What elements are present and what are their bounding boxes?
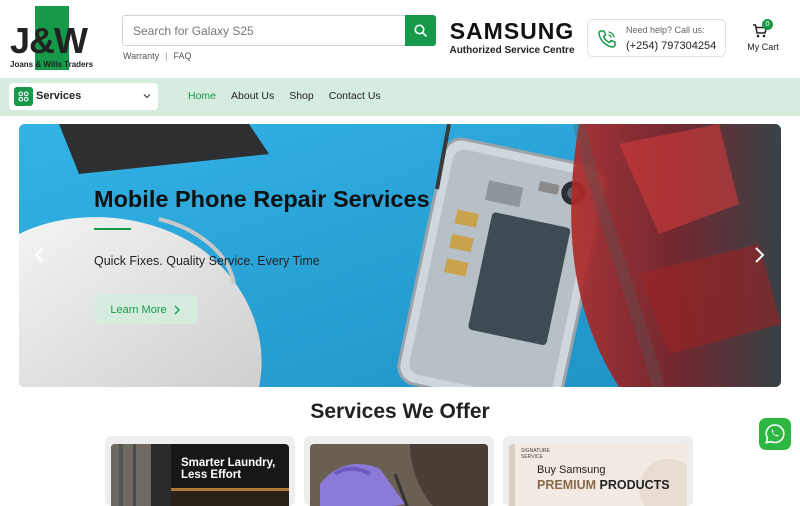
chevron-right-icon	[174, 305, 180, 314]
service-card-laundry[interactable]: Smarter Laundry, Less Effort	[105, 436, 295, 506]
nav-shop[interactable]: Shop	[289, 90, 314, 102]
help-phone[interactable]: (+254) 797304254	[626, 40, 716, 52]
laundry-line2: Less Effort	[181, 469, 242, 481]
products-word: PRODUCTS	[596, 478, 670, 492]
signature-logo-line2: SERVICE	[521, 454, 543, 460]
service-card-repair[interactable]	[304, 436, 494, 506]
samsung-badge: SAMSUNG Authorized Service Centre	[446, 18, 578, 56]
nav-links: Home About Us Shop Contact Us	[188, 90, 396, 102]
site-logo[interactable]: J&W Joans & Wills Traders	[10, 6, 114, 70]
help-label: Need help? Call us:	[626, 25, 705, 35]
search-icon	[414, 24, 427, 37]
site-header: J&W Joans & Wills Traders Warranty | FAQ…	[0, 0, 800, 78]
logo-mark: J&W	[10, 20, 88, 61]
hero-title: Mobile Phone Repair Services	[94, 186, 430, 212]
nav-about-us[interactable]: About Us	[231, 90, 274, 102]
laundry-line1: Smarter Laundry,	[181, 457, 276, 469]
slider-prev-arrow-icon[interactable]	[33, 246, 47, 264]
nav-home[interactable]: Home	[188, 90, 216, 102]
signature-service-logo: SIGNATURE SERVICE	[521, 448, 550, 460]
search-bar	[122, 15, 436, 46]
slider-next-arrow-icon[interactable]	[752, 246, 766, 264]
warranty-link[interactable]: Warranty	[123, 51, 159, 61]
nav-contact-us[interactable]: Contact Us	[329, 90, 381, 102]
chevron-down-icon	[143, 94, 151, 99]
service-card-image: SIGNATURE SERVICE Buy Samsung PREMIUM PR…	[509, 444, 687, 506]
hero-slider: Mobile Phone Repair Services Quick Fixes…	[19, 124, 781, 387]
cart-count-badge: 0	[762, 19, 773, 30]
top-links: Warranty | FAQ	[123, 51, 192, 61]
cart-label: My Cart	[747, 42, 779, 52]
samsung-logo: SAMSUNG	[449, 18, 575, 44]
service-card-premium-products[interactable]: SIGNATURE SERVICE Buy Samsung PREMIUM PR…	[503, 436, 693, 506]
learn-more-label: Learn More	[110, 303, 167, 316]
hero-subtitle: Quick Fixes. Quality Service. Every Time	[94, 254, 320, 268]
services-dropdown-label: Services	[36, 90, 82, 102]
grid-icon	[14, 87, 33, 106]
link-separator: |	[165, 51, 168, 61]
help-box[interactable]: Need help? Call us: (+254) 797304254	[587, 19, 726, 57]
phone-icon	[598, 30, 616, 48]
search-button[interactable]	[405, 15, 436, 46]
whatsapp-button[interactable]	[759, 418, 791, 450]
search-input[interactable]	[133, 23, 403, 39]
services-dropdown[interactable]: Services	[9, 83, 158, 110]
service-card-image	[310, 444, 488, 506]
laundry-card-text: Smarter Laundry, Less Effort	[181, 457, 275, 481]
faq-link[interactable]: FAQ	[174, 51, 192, 61]
premium-word: PREMIUM	[537, 478, 597, 492]
logo-subtitle: Joans & Wills Traders	[10, 60, 94, 69]
services-heading: Services We Offer	[310, 400, 490, 423]
learn-more-button[interactable]: Learn More	[94, 295, 197, 324]
whatsapp-icon	[765, 424, 785, 444]
hero-title-underline	[94, 228, 131, 230]
service-card-image: Smarter Laundry, Less Effort	[111, 444, 289, 506]
premium-card-line2: PREMIUM PRODUCTS	[537, 478, 670, 492]
samsung-tagline: Authorized Service Centre	[449, 45, 575, 56]
premium-card-line1: Buy Samsung	[537, 464, 606, 476]
main-nav: Services Home About Us Shop Contact Us	[0, 78, 800, 116]
